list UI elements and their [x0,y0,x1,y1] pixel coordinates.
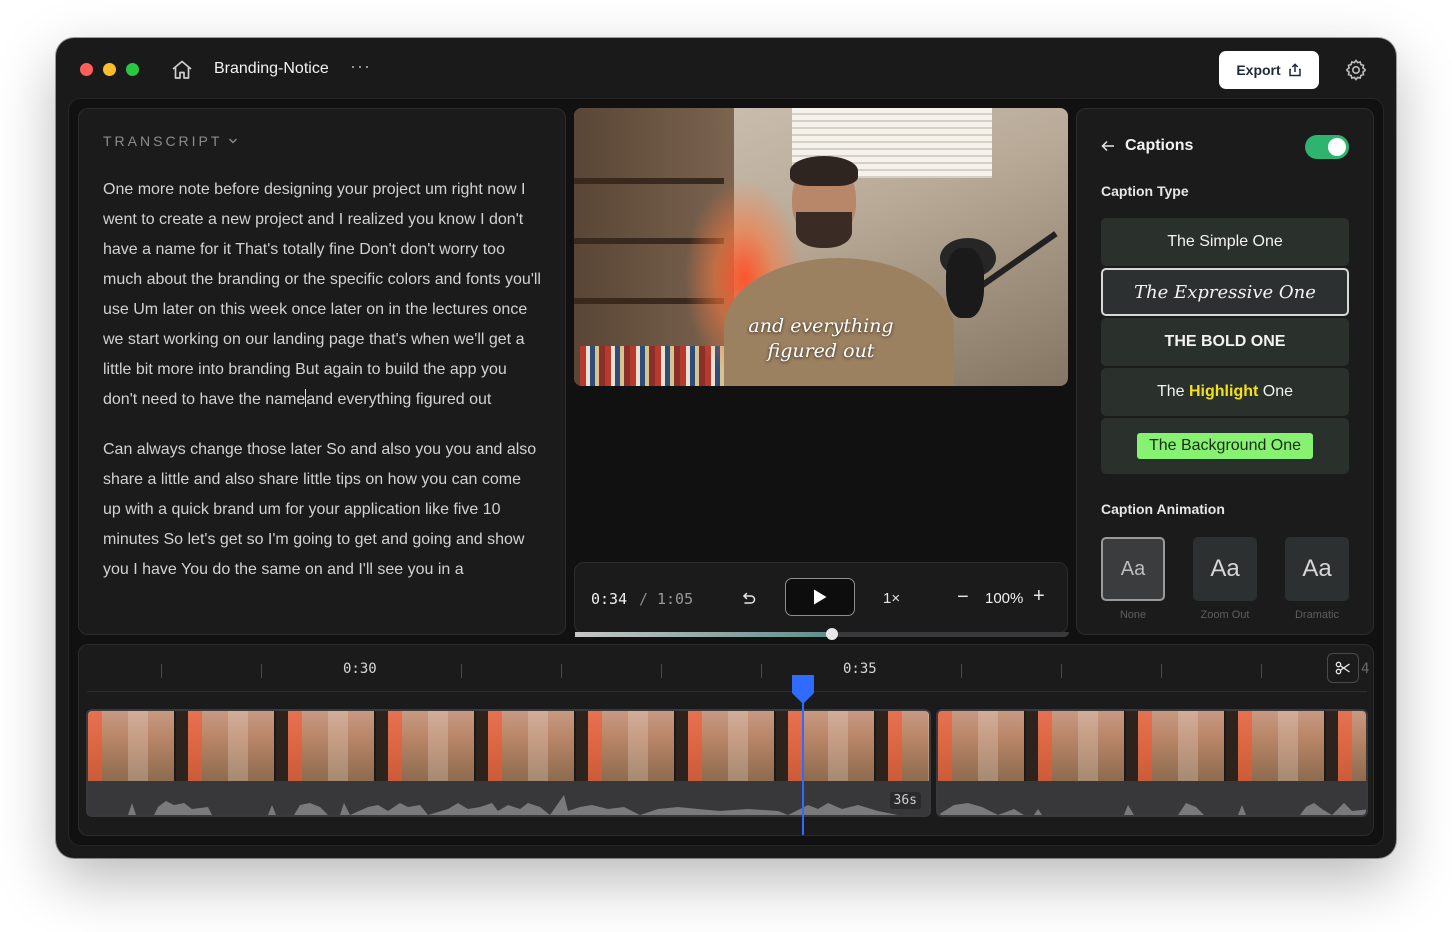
captions-back-button[interactable]: Captions [1101,137,1193,155]
animation-dramatic[interactable]: Aa [1285,537,1349,601]
transcript-panel: TRANSCRIPT One more note before designin… [78,108,566,635]
ruler-label: 0:35 [843,661,877,677]
caption-type-highlight-label: The Highlight One [1156,383,1294,400]
export-button[interactable]: Export [1219,51,1319,89]
ruler-tick [261,664,262,678]
ruler-tick [161,664,162,678]
minimize-window-button[interactable] [103,63,116,76]
caption-type-bold-label: THE BOLD ONE [1164,333,1286,350]
split-clip-button[interactable] [1327,653,1359,683]
caption-type-background[interactable]: The Background One [1101,418,1349,474]
caption-type-highlight[interactable]: The Highlight One [1101,368,1349,416]
animation-zoom-out-label: Zoom Out [1200,609,1250,621]
playback-speed[interactable]: 1× [883,590,900,607]
transcript-paragraph[interactable]: One more note before designing your proj… [103,175,543,415]
caption-type-expressive-label: The Expressive One [1134,281,1316,303]
caption-type-label: Caption Type [1101,183,1189,199]
ruler-tick [761,664,762,678]
transcript-paragraph[interactable]: Can always change those later So and als… [103,435,543,585]
animation-zoom-out[interactable]: Aa [1193,537,1257,601]
microphone-body [946,248,984,318]
captions-toggle[interactable] [1305,135,1349,159]
playback-controls: 0:34 / 1:05 1× − 100% + [574,562,1069,640]
clip-duration: 36s [889,792,921,809]
animation-preview-glyph: Aa [1210,555,1240,582]
transcript-dropdown[interactable]: TRANSCRIPT [103,133,238,149]
time-separator: / [639,590,649,608]
animation-dramatic-label: Dramatic [1294,609,1339,621]
caption-type-expressive[interactable]: The Expressive One [1101,268,1349,316]
caption-type-simple-label: The Simple One [1167,233,1283,250]
project-title[interactable]: Branding-Notice [214,60,329,78]
time-ruler[interactable]: 0:30 0:35 4 [87,645,1370,692]
caption-type-background-label: The Background One [1136,433,1314,459]
caption-line: and everything [748,315,894,337]
editor-workspace: TRANSCRIPT One more note before designin… [68,98,1384,846]
ruler-tick [1161,664,1162,678]
caption-overlay: and everything figured out [724,314,918,364]
transcript-text[interactable]: One more note before designing your proj… [103,175,543,605]
settings-gear-icon[interactable] [1344,58,1368,82]
arrow-left-icon [1101,140,1114,152]
zoom-out-icon[interactable]: − [957,587,969,607]
playhead-handle[interactable] [790,673,816,705]
caption-animation-label: Caption Animation [1101,501,1225,517]
maximize-window-button[interactable] [126,63,139,76]
rewind-icon[interactable] [739,589,757,607]
share-icon [1288,63,1301,77]
animation-preview-glyph: Aa [1302,555,1332,582]
current-time: 0:34 [591,590,628,608]
animation-none[interactable]: Aa [1101,537,1165,601]
progress-fill [575,632,832,637]
total-time: 1:05 [657,590,694,608]
progress-bar[interactable] [575,628,1069,640]
ruler-tick [561,664,562,678]
ruler-tick [1261,664,1262,678]
caption-type-simple[interactable]: The Simple One [1101,218,1349,266]
person-hair [790,156,858,186]
play-icon [814,589,827,605]
video-preview[interactable]: and everything figured out [574,108,1068,386]
caption-type-bold[interactable]: THE BOLD ONE [1101,318,1349,366]
more-options-icon[interactable]: ··· [350,56,371,77]
progress-knob[interactable] [825,628,838,640]
home-icon[interactable] [170,58,194,82]
video-clip[interactable]: 36s [86,709,931,817]
close-window-button[interactable] [80,63,93,76]
scissors-icon [1335,661,1350,675]
person-beard [796,212,852,248]
toggle-knob [1328,138,1346,156]
ruler-tick [461,664,462,678]
ruler-tick [961,664,962,678]
ruler-label: 0:30 [343,661,377,677]
timeline[interactable]: 0:30 0:35 4 36s [78,644,1374,836]
shelf [574,178,724,184]
clip-thumbnails [938,711,1366,783]
animation-preview-glyph: Aa [1120,557,1146,580]
chevron-down-icon [229,138,238,144]
audio-waveform [938,781,1366,815]
zoom-level: 100% [985,590,1024,607]
ruler-label-partial: 4 [1361,661,1370,677]
captions-title: Captions [1125,137,1194,154]
animation-none-label: None [1119,609,1147,621]
caption-line: figured out [767,340,875,362]
captions-panel: Captions Caption Type The Simple One The… [1076,108,1374,635]
video-clip[interactable] [936,709,1368,817]
ruler-tick [1061,664,1062,678]
app-window: Branding-Notice ··· Export TRANSCRIPT On… [56,38,1396,858]
ruler-tick [661,664,662,678]
play-button[interactable] [785,578,855,616]
playhead-line [802,701,804,835]
zoom-in-icon[interactable]: + [1033,586,1045,606]
transcript-header-label: TRANSCRIPT [103,133,223,149]
export-label: Export [1236,62,1281,78]
